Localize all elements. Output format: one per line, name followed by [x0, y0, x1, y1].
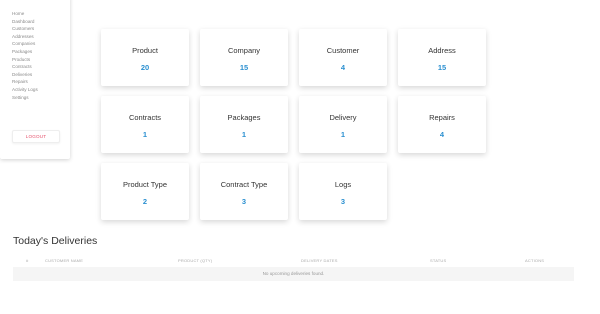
stat-count: 4: [439, 130, 445, 139]
column-header-customer-name: CUSTOMER NAME: [45, 258, 84, 263]
sidebar-item-settings[interactable]: Settings: [12, 94, 38, 102]
sidebar-item-products[interactable]: Products: [12, 56, 38, 64]
stat-card-customer[interactable]: Customer 4: [299, 29, 387, 86]
stat-card-address[interactable]: Address 15: [398, 29, 486, 86]
sidebar-nav: Home Dashboard Customers Addresses Compa…: [12, 10, 38, 101]
sidebar-item-repairs[interactable]: Repairs: [12, 78, 38, 86]
stat-count: 15: [239, 63, 249, 72]
stat-label: Contract Type: [220, 180, 268, 189]
column-header-actions: ACTIONS: [525, 258, 545, 263]
stat-count: 2: [142, 197, 148, 206]
column-header-product-qty: PRODUCT (QTY): [178, 258, 213, 263]
stat-count: 3: [340, 197, 346, 206]
stat-label: Product Type: [122, 180, 168, 189]
column-header-delivery-dates: DELIVERY DATES: [301, 258, 338, 263]
sidebar-item-addresses[interactable]: Addresses: [12, 33, 38, 41]
stat-count: 4: [340, 63, 346, 72]
stat-label: Logs: [334, 180, 352, 189]
stat-count: 20: [140, 63, 150, 72]
column-header-number: #: [26, 258, 29, 263]
column-header-status: STATUS: [430, 258, 447, 263]
stat-label: Customer: [326, 46, 360, 55]
stat-count: 15: [437, 63, 447, 72]
stat-card-logs[interactable]: Logs 3: [299, 163, 387, 220]
sidebar-item-companies[interactable]: Companies: [12, 40, 38, 48]
section-title: Today's Deliveries: [13, 235, 98, 247]
sidebar-item-packages[interactable]: Packages: [12, 48, 38, 56]
stat-card-product[interactable]: Product 20: [101, 29, 189, 86]
sidebar-item-deliveries[interactable]: Deliveries: [12, 71, 38, 79]
sidebar-item-dashboard[interactable]: Dashboard: [12, 18, 38, 26]
stat-count: 1: [241, 130, 247, 139]
stat-label: Packages: [227, 113, 261, 122]
stat-card-delivery[interactable]: Delivery 1: [299, 96, 387, 153]
sidebar-item-customers[interactable]: Customers: [12, 25, 38, 33]
logout-button[interactable]: LOGOUT: [12, 130, 60, 143]
stat-card-contracts[interactable]: Contracts 1: [101, 96, 189, 153]
table-header: # CUSTOMER NAME PRODUCT (QTY) DELIVERY D…: [13, 256, 574, 266]
sidebar-item-activity-logs[interactable]: Activity Logs: [12, 86, 38, 94]
stat-label: Product: [132, 46, 158, 55]
sidebar: ▾ Home Dashboard Customers Addresses Com…: [0, 0, 70, 159]
stat-label: Address: [428, 46, 456, 55]
stat-count: 1: [142, 130, 148, 139]
sidebar-item-contracts[interactable]: Contracts: [12, 63, 38, 71]
stat-count: 1: [340, 130, 346, 139]
stat-label: Company: [227, 46, 261, 55]
empty-state-message: No upcoming deliveries found.: [13, 267, 574, 281]
stat-card-repairs[interactable]: Repairs 4: [398, 96, 486, 153]
stat-card-contract-type[interactable]: Contract Type 3: [200, 163, 288, 220]
stat-label: Delivery: [329, 113, 357, 122]
stat-card-packages[interactable]: Packages 1: [200, 96, 288, 153]
stat-card-product-type[interactable]: Product Type 2: [101, 163, 189, 220]
sidebar-item-home[interactable]: Home: [12, 10, 38, 18]
stat-label: Contracts: [128, 113, 162, 122]
stat-count: 3: [241, 197, 247, 206]
stat-label: Repairs: [429, 113, 455, 122]
stat-card-company[interactable]: Company 15: [200, 29, 288, 86]
